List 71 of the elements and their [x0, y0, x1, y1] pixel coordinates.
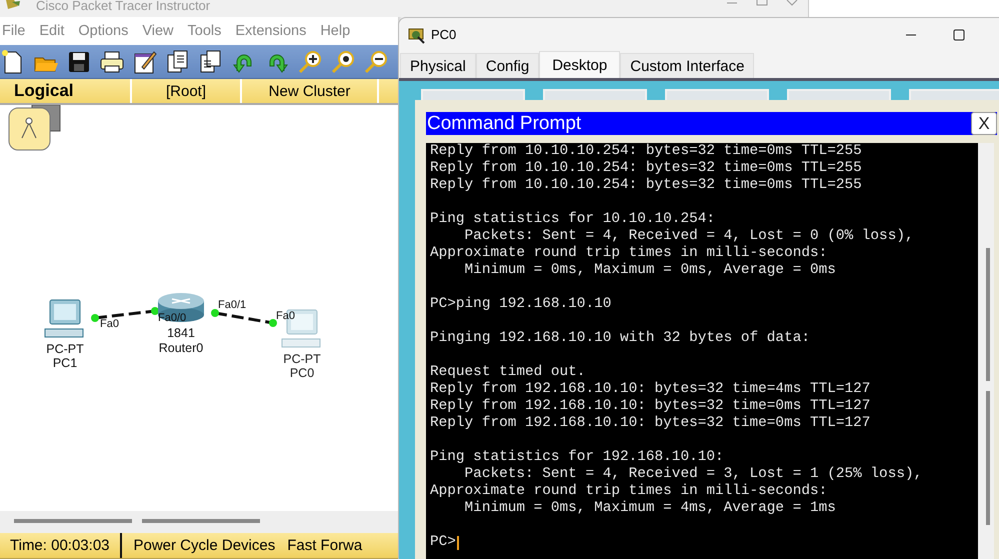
terminal-line: Reply from 10.10.10.254: bytes=32 time=0ms TTL=255 [430, 160, 863, 177]
cable-link[interactable] [211, 309, 277, 327]
port-label: Fa0/0 [158, 312, 186, 324]
terminal-line: Ping statistics for 192.168.10.10: [430, 449, 725, 466]
terminal-line: Approximate round trip times in milli-seconds: [430, 245, 828, 262]
device-name: PC0 [290, 366, 314, 380]
menu-item[interactable]: Extensions [235, 23, 306, 39]
workspace-mode[interactable]: Logical [0, 81, 130, 101]
menu-item[interactable]: Tools [188, 23, 222, 39]
device-model: PC-PT [283, 352, 321, 366]
device-name: Router0 [158, 341, 204, 355]
zoom-out-icon[interactable] [363, 48, 389, 74]
terminal-line: Packets: Sent = 4, Received = 3, Lost = 1 (25% loss), [464, 466, 924, 483]
new-cluster-button[interactable]: New Cluster [240, 79, 377, 103]
scrollbar-thumb[interactable] [986, 248, 990, 381]
tab[interactable]: Physical [400, 53, 476, 78]
device-icon [407, 26, 427, 44]
terminal-line: Minimum = 0ms, Maximum = 4ms, Average = 1ms [464, 500, 837, 517]
app-tile[interactable] [665, 89, 769, 100]
scrollbar-thumb[interactable] [986, 391, 990, 525]
port-label: Fa0 [276, 310, 295, 322]
terminal-line: Reply from 192.168.10.10: bytes=32 time=4ms TTL=127 [430, 381, 872, 398]
terminal-line: Minimum = 0ms, Maximum = 0ms, Average = 0ms [464, 262, 837, 279]
terminal-line: PC> [430, 534, 456, 551]
root-path[interactable]: [Root] [130, 79, 240, 103]
maximize-icon[interactable] [953, 28, 965, 40]
computer-icon[interactable] [44, 300, 84, 338]
window-title: Cisco Packet Tracer Instructor [36, 0, 210, 11]
device-model: PC-PT [46, 342, 84, 356]
app-tile[interactable] [909, 89, 999, 100]
prompt-title: Command Prompt [426, 112, 582, 134]
terminal-line: Pinging 192.168.10.10 with 32 bytes of data: [430, 330, 811, 347]
terminal-line: Reply from 192.168.10.10: bytes=32 time=0ms TTL=127 [430, 398, 872, 415]
app-icon [4, 0, 22, 10]
terminal-line: Request timed out. [430, 364, 586, 381]
scrollbar-thumb[interactable] [14, 519, 132, 523]
scrollbar-thumb[interactable] [142, 519, 260, 523]
zoom-in-icon[interactable] [297, 48, 323, 74]
menu-item[interactable]: View [142, 23, 174, 39]
simulation-time: Time: 00:03:03 [0, 533, 122, 558]
status-button[interactable]: Power Cycle Devices [122, 537, 276, 554]
menu-item[interactable]: Options [78, 23, 128, 39]
terminal-line: Reply from 10.10.10.254: bytes=32 time=0ms TTL=255 [430, 143, 863, 160]
app-tile[interactable] [787, 89, 891, 100]
terminal-line: Reply from 10.10.10.254: bytes=32 time=0ms TTL=255 [430, 177, 863, 194]
app-tile[interactable] [543, 89, 647, 100]
terminal-line: Approximate round trip times in milli-seconds: [430, 483, 828, 500]
zoom-reset-icon[interactable] [330, 48, 356, 74]
router-icon[interactable] [158, 293, 204, 322]
app-tile[interactable] [421, 89, 525, 100]
close-button[interactable]: X [971, 112, 997, 135]
edit-icon[interactable] [132, 48, 158, 74]
port-label: Fa0 [100, 318, 119, 330]
status-button[interactable]: Fast Forwa [275, 537, 362, 554]
tab[interactable]: Custom Interface [620, 53, 754, 78]
tab[interactable]: Desktop [539, 51, 620, 78]
device-model: 1841 [167, 326, 195, 340]
menu-item[interactable]: File [2, 23, 26, 39]
device-name: PC1 [52, 356, 78, 370]
printer-icon[interactable] [99, 48, 125, 74]
cluster-icon[interactable] [8, 105, 60, 150]
menu-item[interactable]: Help [320, 23, 350, 39]
terminal-line: Ping statistics for 10.10.10.254: [430, 211, 716, 228]
text-cursor [456, 536, 459, 550]
port-label: Fa0/1 [218, 299, 246, 311]
terminal-line: Reply from 192.168.10.10: bytes=32 time=0ms TTL=127 [430, 415, 872, 432]
menu-item[interactable]: Edit [39, 23, 64, 39]
window-title: PC0 [431, 27, 456, 42]
terminal-line: PC>ping 192.168.10.10 [430, 296, 612, 313]
tab[interactable]: Config [476, 53, 540, 78]
terminal-line: Packets: Sent = 4, Received = 4, Lost = 0 (0% loss), [464, 228, 915, 245]
